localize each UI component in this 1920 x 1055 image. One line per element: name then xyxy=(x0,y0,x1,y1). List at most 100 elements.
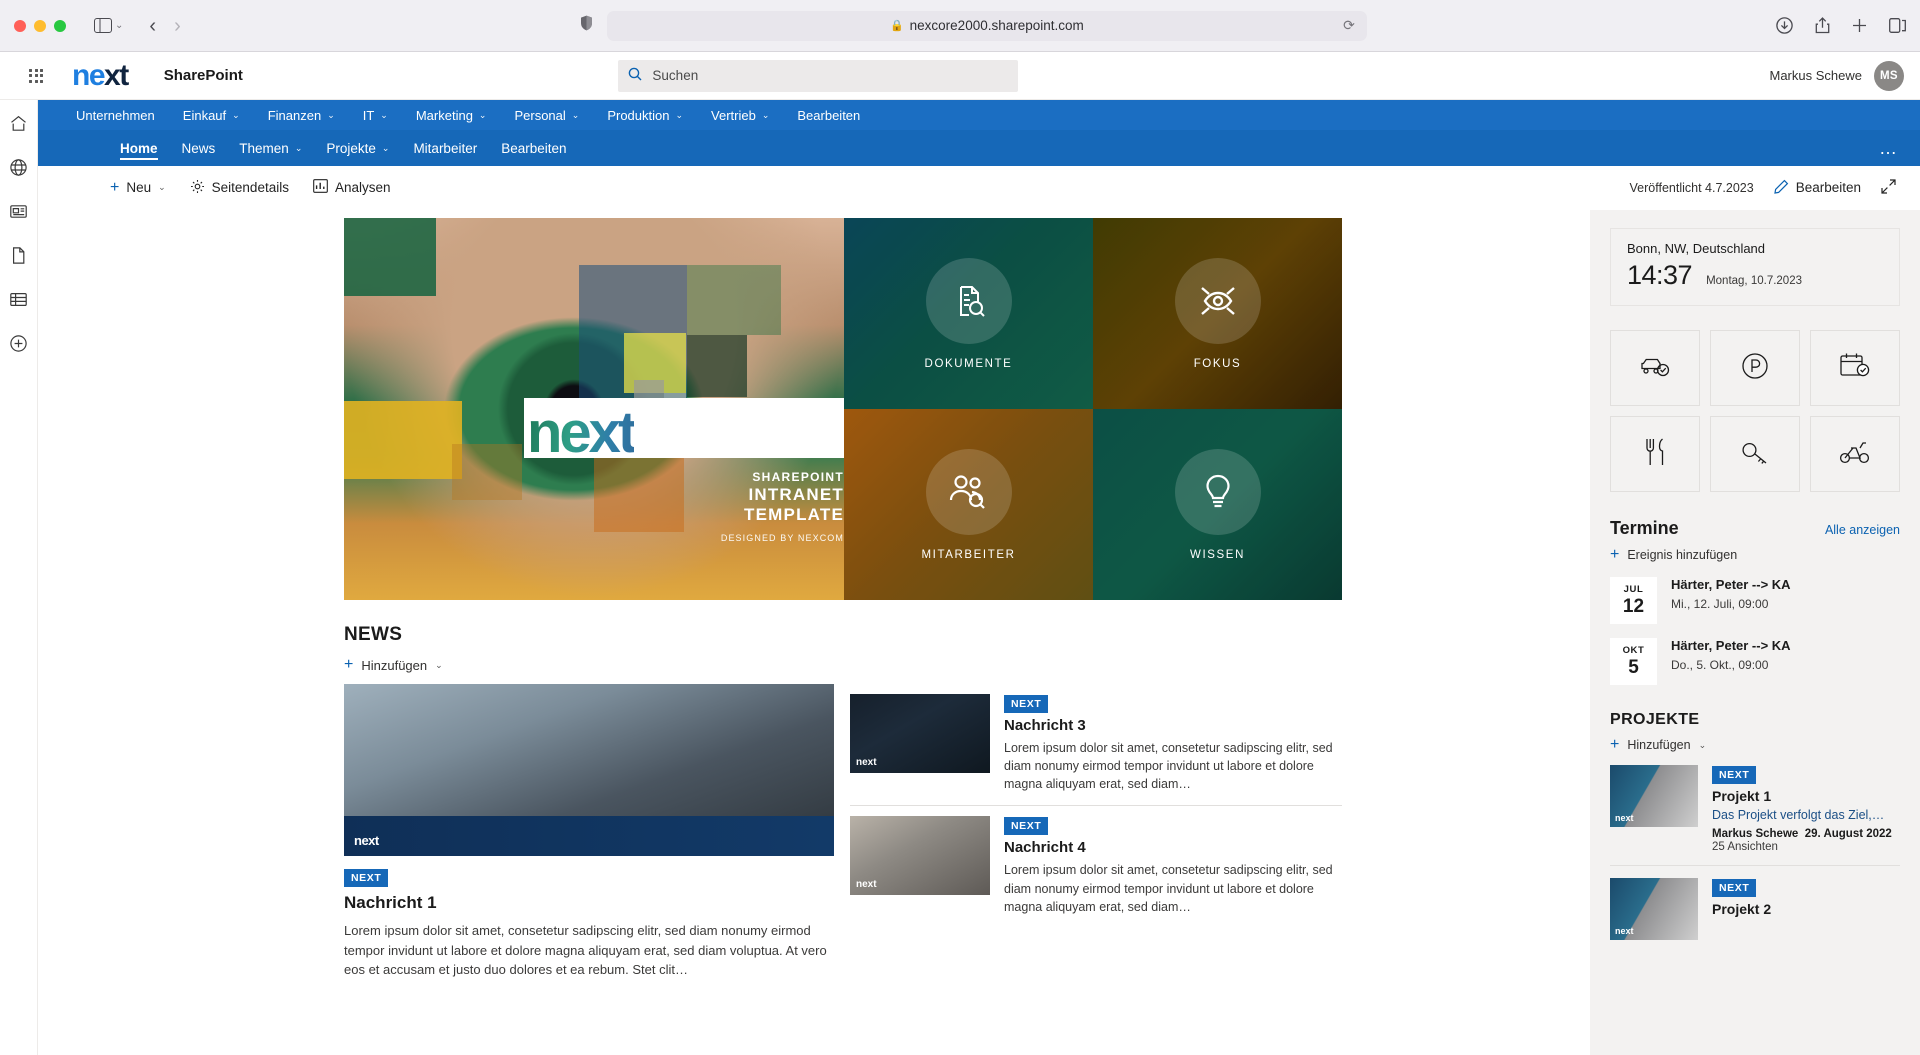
quick-action-key[interactable] xyxy=(1710,416,1800,492)
site-nav-label: Themen xyxy=(239,140,289,156)
news-item-body: Lorem ipsum dolor sit amet, consetetur s… xyxy=(1004,741,1333,792)
quick-action-scooter[interactable] xyxy=(1810,416,1900,492)
sidebar-toggle-button[interactable]: ⌄ xyxy=(94,18,123,33)
hub-item-vertrieb[interactable]: Vertrieb ⌄ xyxy=(697,100,783,130)
hub-item-personal[interactable]: Personal ⌄ xyxy=(500,100,593,130)
events-add-button[interactable]: + Ereignis hinzufügen xyxy=(1610,547,1900,563)
chevron-down-icon: ⌄ xyxy=(158,182,166,192)
analytics-icon xyxy=(313,179,328,196)
rail-item-create[interactable] xyxy=(7,334,31,358)
rail-item-news[interactable] xyxy=(7,202,31,226)
hub-item-finanzen[interactable]: Finanzen ⌄ xyxy=(254,100,349,130)
hub-item-marketing[interactable]: Marketing ⌄ xyxy=(402,100,501,130)
projects-title: PROJEKTE xyxy=(1610,711,1700,728)
url-input[interactable]: 🔒 nexcore2000.sharepoint.com ⟳ xyxy=(606,10,1367,41)
hub-item-bearbeiten[interactable]: Bearbeiten xyxy=(783,100,874,130)
hub-item-label: Unternehmen xyxy=(76,107,155,123)
hero-image[interactable]: next SHAREPOINT INTRANET TEMPLATE DESIGN… xyxy=(344,218,844,600)
sidebar-toggle-icon xyxy=(94,18,112,33)
event-item[interactable]: JUL 12 Härter, Peter --> KA Mi., 12. Jul… xyxy=(1610,577,1900,624)
rail-item-home[interactable] xyxy=(7,114,31,138)
quick-action-car-check[interactable] xyxy=(1610,330,1700,406)
news-item-title: Nachricht 4 xyxy=(1004,839,1086,857)
quick-action-cutlery[interactable] xyxy=(1610,416,1700,492)
project-title: Projekt 2 xyxy=(1712,901,1772,917)
site-nav-item-bearbeiten[interactable]: Bearbeiten xyxy=(489,130,578,166)
hero-logo-text: next xyxy=(527,400,637,465)
window-controls[interactable] xyxy=(14,19,66,32)
project-item[interactable]: next NEXT Projekt 2 xyxy=(1610,865,1900,940)
create-icon xyxy=(9,334,28,358)
event-month: JUL xyxy=(1623,584,1644,596)
reload-icon[interactable]: ⟳ xyxy=(1343,17,1355,34)
content-column: Unternehmen Einkauf ⌄ Finanzen ⌄ IT ⌄ Ma… xyxy=(38,100,1920,1055)
new-tab-icon[interactable] xyxy=(1852,18,1867,33)
site-nav-item-themen[interactable]: Themen ⌄ xyxy=(227,130,314,166)
site-nav-item-home[interactable]: Home xyxy=(108,130,170,166)
hero-tile-dokumente[interactable]: DOKUMENTE xyxy=(844,218,1093,409)
event-item[interactable]: OKT 5 Härter, Peter --> KA Do., 5. Okt.,… xyxy=(1610,638,1900,685)
news-item-title: Nachricht 3 xyxy=(1004,717,1086,734)
quick-action-calendar-check[interactable] xyxy=(1810,330,1900,406)
rail-item-lists[interactable] xyxy=(7,290,31,314)
site-nav-overflow-button[interactable]: … xyxy=(1879,139,1898,157)
projects-add-label: Hinzufügen xyxy=(1627,738,1691,752)
chevron-down-icon: ⌄ xyxy=(478,109,487,120)
news-add-button[interactable]: + Hinzufügen ⌄ xyxy=(344,656,1342,674)
new-button[interactable]: + Neu ⌄ xyxy=(98,166,178,209)
event-title: Härter, Peter --> KA xyxy=(1671,577,1791,592)
brand-logo[interactable]: ne xt xyxy=(72,60,129,91)
tab-overview-icon[interactable] xyxy=(1889,18,1906,33)
news-item-text: NEXT Nachricht 4 Lorem ipsum dolor sit a… xyxy=(1004,816,1342,915)
news-list-item[interactable]: next NEXT Nachricht 4 Lorem ipsum dolor … xyxy=(850,805,1342,927)
pencil-icon xyxy=(1773,179,1789,197)
rail-item-sites[interactable] xyxy=(7,158,31,182)
hero-tile-fokus[interactable]: FOKUS xyxy=(1093,218,1342,409)
news-featured-card[interactable]: next NEXT Nachricht 1 Lorem ipsum dolor … xyxy=(344,684,834,980)
site-nav-item-mitarbeiter[interactable]: Mitarbeiter xyxy=(401,130,489,166)
hero-tile-label: MITARBEITER xyxy=(921,548,1016,561)
shield-icon[interactable] xyxy=(580,15,593,36)
news-featured-body: Lorem ipsum dolor sit amet, consetetur s… xyxy=(344,923,827,977)
event-title: Härter, Peter --> KA xyxy=(1671,638,1791,653)
site-nav-item-projekte[interactable]: Projekte ⌄ xyxy=(314,130,401,166)
left-rail xyxy=(0,100,38,1055)
hub-item-unternehmen[interactable]: Unternehmen xyxy=(62,100,169,130)
project-tag: NEXT xyxy=(1712,766,1757,784)
news-list-item[interactable]: next NEXT Nachricht 3 Lorem ipsum dolor … xyxy=(850,684,1342,805)
user-area[interactable]: Markus Schewe MS xyxy=(1769,60,1904,91)
hub-item-produktion[interactable]: Produktion ⌄ xyxy=(593,100,697,130)
search-input[interactable]: Suchen xyxy=(618,59,1019,92)
projects-add-button[interactable]: + Hinzufügen ⌄ xyxy=(1610,737,1900,753)
edit-button[interactable]: Bearbeiten xyxy=(1773,179,1861,197)
share-icon[interactable] xyxy=(1815,17,1830,34)
published-status: Veröffentlicht 4.7.2023 xyxy=(1629,180,1754,195)
page-details-button[interactable]: Seitendetails xyxy=(178,166,301,209)
site-nav-item-news[interactable]: News xyxy=(170,130,228,166)
expand-button[interactable] xyxy=(1881,178,1896,197)
forward-button[interactable]: › xyxy=(174,16,181,36)
hub-item-einkauf[interactable]: Einkauf ⌄ xyxy=(169,100,254,130)
news-title: NEWS xyxy=(344,624,403,645)
project-item[interactable]: next NEXT Projekt 1 Das Projekt verfolgt… xyxy=(1610,765,1900,853)
minimize-window-button[interactable] xyxy=(34,19,46,32)
hero-tile-mitarbeiter[interactable]: MITARBEITER xyxy=(844,409,1093,600)
navigation-buttons[interactable]: ‹ › xyxy=(149,16,180,36)
chevron-down-icon[interactable]: ⌄ xyxy=(115,20,123,31)
right-panel: Bonn, NW, Deutschland 14:37 Montag, 10.7… xyxy=(1590,210,1920,1055)
app-launcher-button[interactable] xyxy=(16,68,56,83)
calendar-check-icon xyxy=(1840,352,1870,384)
focus-eye-icon xyxy=(1174,257,1261,344)
close-window-button[interactable] xyxy=(14,19,26,32)
hero-tile-wissen[interactable]: WISSEN xyxy=(1093,409,1342,600)
rail-item-files[interactable] xyxy=(7,246,31,270)
download-icon[interactable] xyxy=(1776,17,1793,34)
avatar[interactable]: MS xyxy=(1873,60,1904,91)
quick-action-parking[interactable] xyxy=(1710,330,1800,406)
analytics-button[interactable]: Analysen xyxy=(301,166,403,209)
hub-navigation: Unternehmen Einkauf ⌄ Finanzen ⌄ IT ⌄ Ma… xyxy=(38,100,1920,130)
events-view-all-link[interactable]: Alle anzeigen xyxy=(1825,523,1900,537)
back-button[interactable]: ‹ xyxy=(149,16,156,36)
maximize-window-button[interactable] xyxy=(54,19,66,32)
hub-item-it[interactable]: IT ⌄ xyxy=(349,100,402,130)
